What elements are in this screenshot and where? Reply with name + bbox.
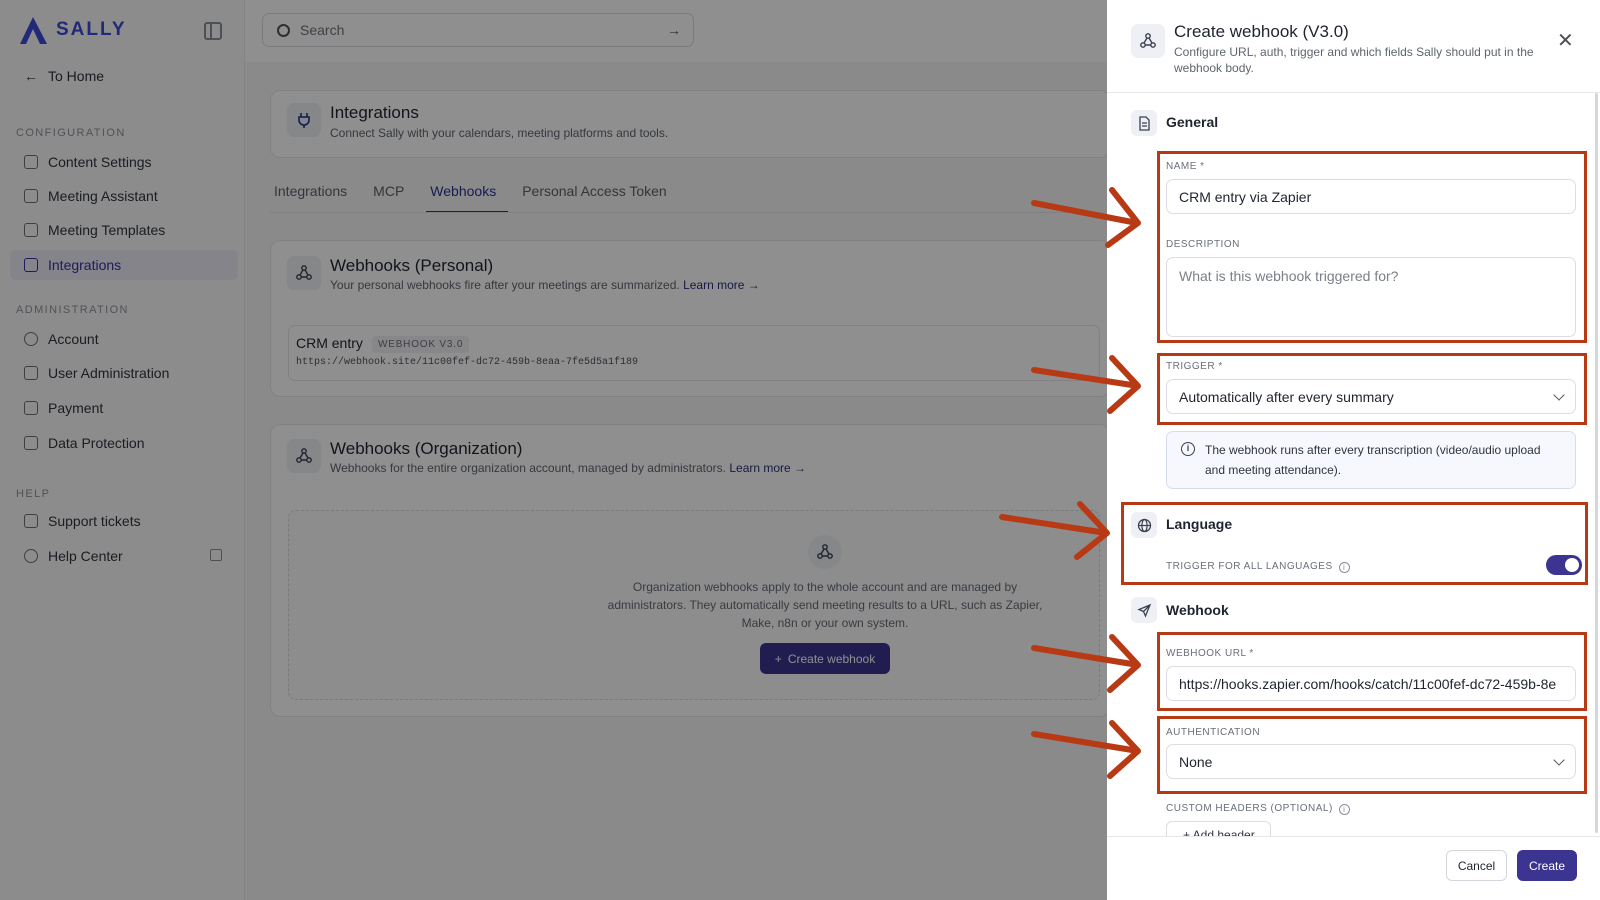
arrow-annotation-3 <box>999 501 1110 560</box>
arrow-annotation-5 <box>1031 720 1141 779</box>
annotation-arrows <box>999 187 1141 779</box>
arrow-annotation-4 <box>1031 634 1141 693</box>
arrow-annotation-2 <box>1031 355 1141 414</box>
arrow-annotation-1 <box>1031 187 1141 248</box>
